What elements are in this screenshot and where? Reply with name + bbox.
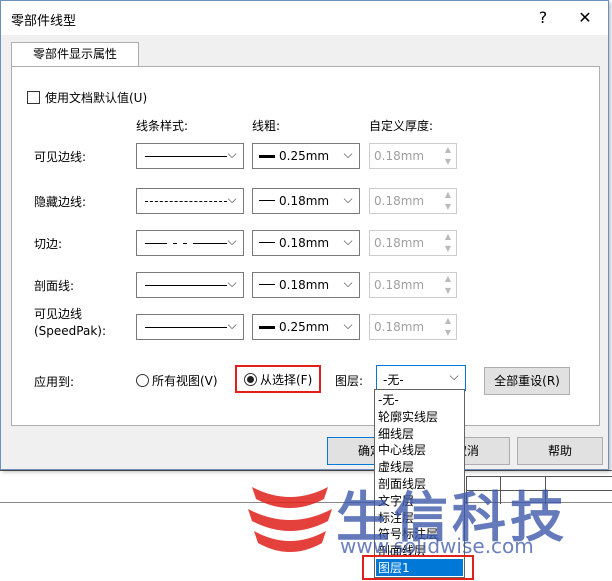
line-weight-preview <box>259 155 275 158</box>
row-label: 可见边线 (SpeedPak): <box>34 307 107 338</box>
chevron-down-icon: ⌵ <box>227 192 237 206</box>
apply-to-label: 应用到: <box>34 375 75 389</box>
all-views-radio[interactable] <box>136 374 149 387</box>
brand-logo <box>248 487 332 552</box>
reset-all-button[interactable]: 全部重设(R) <box>484 367 570 395</box>
line-weight-select[interactable]: 0.18mm ⌵ <box>252 272 360 298</box>
chevron-down-icon: ⌵ <box>227 147 237 161</box>
spin-down-icon[interactable]: ▼ <box>440 327 456 339</box>
header-custom-thickness: 自定义厚度: <box>369 119 434 133</box>
tab-component-display[interactable]: 零部件显示属性 <box>11 42 139 67</box>
chevron-down-icon: ⌵ <box>227 318 237 332</box>
row-label: 可见边线: <box>34 150 87 164</box>
custom-thickness-value: 0.18mm <box>374 236 425 250</box>
spin-down-icon[interactable]: ▼ <box>440 243 456 255</box>
layer-option[interactable]: -无- <box>378 392 399 409</box>
header-line-style: 线条样式: <box>136 119 189 133</box>
line-font-dialog: 零部件线型 ? ✕ 零部件显示属性 使用文档默认值(U) 线条样式: 线粗: 自… <box>0 0 609 470</box>
title-bar: 零部件线型 ? ✕ <box>1 1 608 35</box>
chevron-down-icon: ⌵ <box>343 276 353 290</box>
line-style-preview <box>145 201 227 202</box>
header-line-weight: 线粗: <box>252 119 281 133</box>
custom-thickness-value: 0.18mm <box>374 320 425 334</box>
custom-thickness-spinner[interactable]: 0.18mm ▲ ▼ <box>369 272 457 298</box>
spin-down-icon[interactable]: ▼ <box>440 156 456 168</box>
help-button[interactable]: 帮助 <box>517 437 603 465</box>
all-views-label: 所有视图(V) <box>152 374 218 388</box>
chevron-down-icon: ⌵ <box>343 234 353 248</box>
properties-panel: 使用文档默认值(U) 线条样式: 线粗: 自定义厚度: 可见边线: ⌵ 0.25mm… <box>11 66 600 426</box>
line-weight-value: 0.25mm <box>279 320 330 334</box>
layer-option[interactable]: 细线层 <box>378 426 414 443</box>
line-style-preview <box>145 243 227 244</box>
from-selection-radio[interactable] <box>244 373 257 386</box>
spin-up-icon[interactable]: ▲ <box>440 315 456 327</box>
row-label: 切边: <box>34 237 63 251</box>
custom-thickness-value: 0.18mm <box>374 278 425 292</box>
dialog-title: 零部件线型 <box>11 14 77 29</box>
line-style-preview <box>145 156 227 157</box>
line-weight-select[interactable]: 0.18mm ⌵ <box>252 188 360 214</box>
line-weight-preview <box>259 284 275 285</box>
chevron-down-icon: ⌵ <box>449 369 459 383</box>
row-label: 剖面线: <box>34 279 75 293</box>
use-defaults-checkbox[interactable] <box>27 91 40 104</box>
line-weight-preview <box>259 200 275 201</box>
layer-select[interactable]: -无- ⌵ <box>376 365 466 391</box>
spin-up-icon[interactable]: ▲ <box>440 144 456 156</box>
layer-option[interactable]: 中心线层 <box>378 442 426 459</box>
custom-thickness-value: 0.18mm <box>374 194 425 208</box>
close-icon[interactable]: ✕ <box>565 5 605 31</box>
line-weight-value: 0.18mm <box>279 194 330 208</box>
line-weight-value: 0.25mm <box>279 149 330 163</box>
line-weight-value: 0.18mm <box>279 278 330 292</box>
line-weight-preview <box>259 326 275 329</box>
line-weight-select[interactable]: 0.25mm ⌵ <box>252 143 360 169</box>
line-style-select[interactable]: ⌵ <box>136 314 244 340</box>
line-style-preview <box>145 285 227 286</box>
line-style-select[interactable]: ⌵ <box>136 272 244 298</box>
use-defaults-label: 使用文档默认值(U) <box>45 91 148 105</box>
spin-up-icon[interactable]: ▲ <box>440 231 456 243</box>
layer-select-value: -无- <box>383 373 404 387</box>
custom-thickness-spinner[interactable]: 0.18mm ▲ ▼ <box>369 188 457 214</box>
line-style-select[interactable]: ⌵ <box>136 230 244 256</box>
watermark-url: www.solidwise.com <box>340 534 534 558</box>
help-question-icon[interactable]: ? <box>521 5 565 31</box>
line-weight-preview <box>259 242 275 243</box>
chevron-down-icon: ⌵ <box>343 147 353 161</box>
spin-up-icon[interactable]: ▲ <box>440 189 456 201</box>
custom-thickness-value: 0.18mm <box>374 149 425 163</box>
chevron-down-icon: ⌵ <box>227 234 237 248</box>
layer-option[interactable]: 轮廓实线层 <box>378 409 438 426</box>
spin-down-icon[interactable]: ▼ <box>440 285 456 297</box>
row-label: 隐藏边线: <box>34 195 87 209</box>
line-weight-select[interactable]: 0.25mm ⌵ <box>252 314 360 340</box>
custom-thickness-spinner[interactable]: 0.18mm ▲ ▼ <box>369 314 457 340</box>
line-weight-value: 0.18mm <box>279 236 330 250</box>
chevron-down-icon: ⌵ <box>227 276 237 290</box>
chevron-down-icon: ⌵ <box>343 318 353 332</box>
line-weight-select[interactable]: 0.18mm ⌵ <box>252 230 360 256</box>
layer-label: 图层: <box>335 374 364 388</box>
line-style-preview <box>145 327 227 328</box>
spin-up-icon[interactable]: ▲ <box>440 273 456 285</box>
from-selection-label: 从选择(F) <box>260 373 313 387</box>
line-style-select[interactable]: ⌵ <box>136 143 244 169</box>
line-style-select[interactable]: ⌵ <box>136 188 244 214</box>
custom-thickness-spinner[interactable]: 0.18mm ▲ ▼ <box>369 143 457 169</box>
chevron-down-icon: ⌵ <box>343 192 353 206</box>
custom-thickness-spinner[interactable]: 0.18mm ▲ ▼ <box>369 230 457 256</box>
layer1-highlight <box>362 555 474 580</box>
spin-down-icon[interactable]: ▼ <box>440 201 456 213</box>
